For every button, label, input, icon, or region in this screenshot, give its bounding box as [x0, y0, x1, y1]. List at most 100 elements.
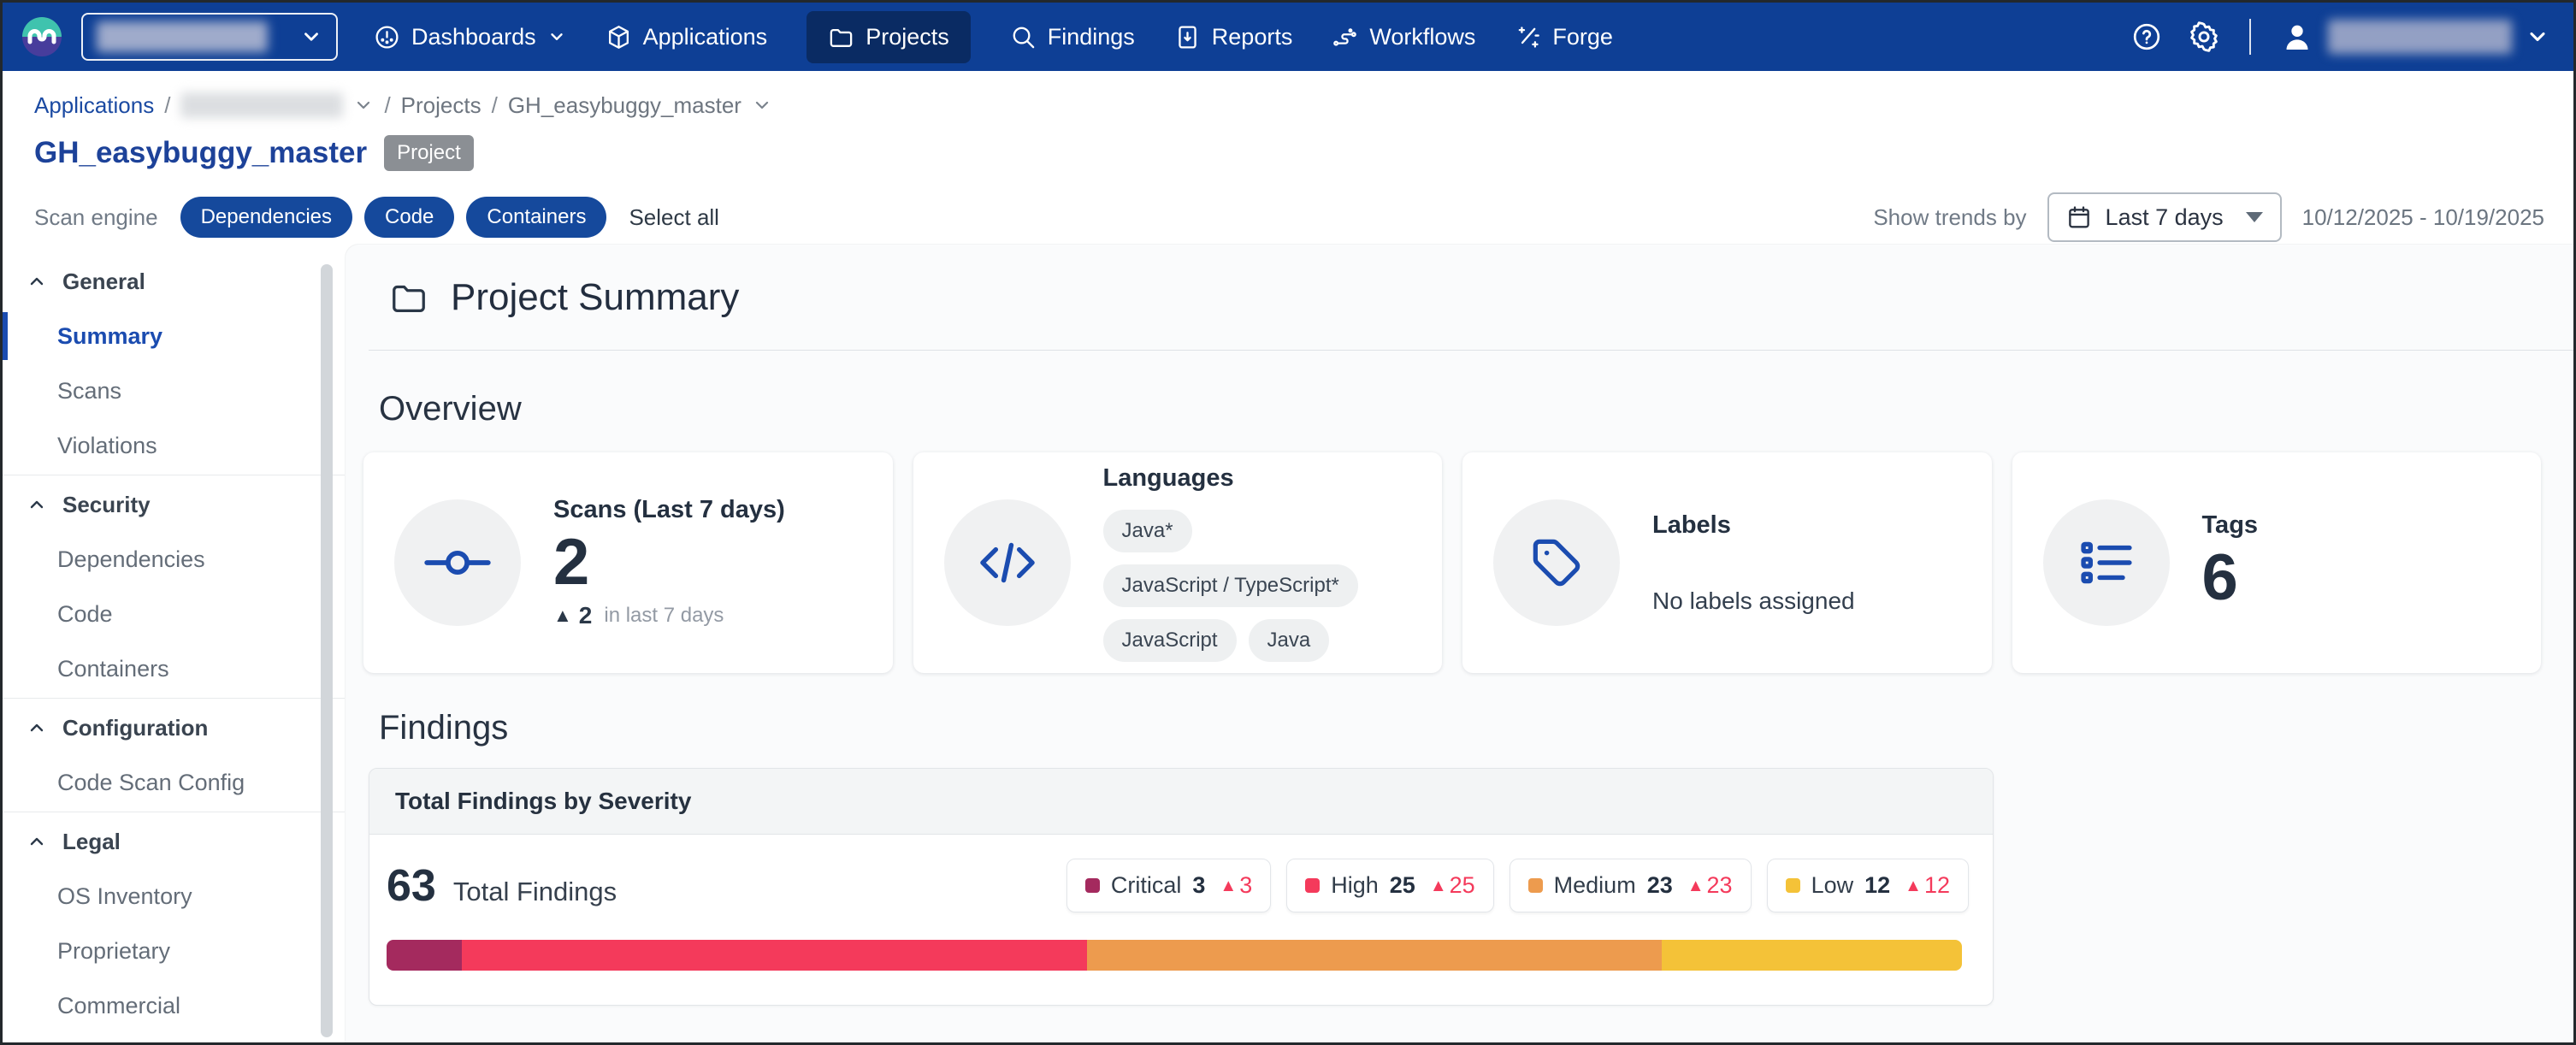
code-icon	[944, 499, 1071, 626]
sidebar-divider	[3, 698, 345, 699]
sidebar-section-general[interactable]: General	[3, 254, 345, 309]
user-menu[interactable]	[2280, 20, 2549, 54]
sidebar-item-violations[interactable]: Violations	[3, 418, 345, 473]
gauge-icon	[374, 24, 400, 50]
nav-label: Workflows	[1369, 24, 1475, 50]
engine-pill-containers[interactable]: Containers	[466, 197, 606, 238]
breadcrumb-current-project[interactable]: GH_easybuggy_master	[508, 92, 741, 119]
language-chips: Java* JavaScript / TypeScript* JavaScrip…	[1103, 510, 1419, 662]
scans-card-title: Scans (Last 7 days)	[553, 496, 785, 524]
chevron-up-icon	[27, 271, 47, 292]
workflow-icon	[1332, 24, 1358, 50]
report-document-icon	[1174, 24, 1201, 50]
mend-logo	[21, 16, 62, 57]
sidebar-item-summary[interactable]: Summary	[3, 309, 345, 363]
nav-label: Projects	[866, 24, 949, 50]
nav-item-reports[interactable]: Reports	[1174, 24, 1293, 50]
labels-empty-text: No labels assigned	[1652, 587, 1855, 615]
severity-name: Low	[1811, 872, 1854, 899]
triangle-up-icon: ▲	[1687, 877, 1705, 894]
nav-item-findings[interactable]: Findings	[1010, 24, 1135, 50]
severity-stacked-bar	[387, 940, 1962, 971]
chevron-down-icon	[2526, 25, 2549, 49]
section-divider	[369, 350, 2573, 351]
sidebar-item-os-inventory[interactable]: OS Inventory	[3, 869, 345, 924]
severity-chip-critical[interactable]: Critical 3 ▲ 3	[1066, 859, 1271, 912]
scans-card: Scans (Last 7 days) 2 ▲ 2 in last 7 days	[363, 452, 893, 673]
tag-icon	[1493, 499, 1620, 626]
severity-count: 12	[1864, 872, 1890, 899]
nav-label: Applications	[643, 24, 768, 50]
app-window: Dashboards Applications	[0, 0, 2576, 1045]
sidebar-item-commercial[interactable]: Commercial	[3, 978, 345, 1033]
overview-heading: Overview	[379, 390, 2573, 428]
help-icon[interactable]	[2131, 21, 2162, 52]
total-findings-label: Total Findings	[453, 877, 617, 907]
overview-cards: Scans (Last 7 days) 2 ▲ 2 in last 7 days	[363, 452, 2541, 673]
gear-icon[interactable]	[2188, 21, 2220, 53]
redacted-org-name	[97, 21, 268, 52]
nav-item-forge[interactable]: Forge	[1515, 24, 1613, 50]
trends-range-value: Last 7 days	[2106, 204, 2224, 231]
severity-delta: ▲ 25	[1430, 872, 1475, 899]
severity-chip-high[interactable]: High 25 ▲ 25	[1286, 859, 1493, 912]
sidebar-item-proprietary[interactable]: Proprietary	[3, 924, 345, 978]
show-trends-label: Show trends by	[1873, 204, 2026, 231]
severity-delta: ▲ 12	[1905, 872, 1950, 899]
language-chip: Java	[1249, 619, 1330, 662]
sidebar-item-scans[interactable]: Scans	[3, 363, 345, 418]
severity-delta: ▲ 3	[1220, 872, 1252, 899]
medium-color-swatch	[1528, 878, 1543, 893]
severity-bar-segment-medium	[1087, 940, 1662, 971]
trends-range-select[interactable]: Last 7 days	[2047, 192, 2282, 242]
nav-label: Forge	[1552, 24, 1613, 50]
severity-chip-low[interactable]: Low 12 ▲ 12	[1767, 859, 1969, 912]
engine-pill-code[interactable]: Code	[364, 197, 454, 238]
language-chip: JavaScript	[1103, 619, 1237, 662]
breadcrumb-projects[interactable]: Projects	[401, 92, 482, 119]
sidebar-item-dependencies[interactable]: Dependencies	[3, 532, 345, 587]
severity-summary-chips: Critical 3 ▲ 3 High 25	[1066, 859, 1969, 912]
severity-delta: ▲ 23	[1687, 872, 1733, 899]
sidebar-item-code[interactable]: Code	[3, 587, 345, 641]
title-row: GH_easybuggy_master Project	[34, 131, 2548, 175]
breadcrumb-separator: /	[164, 92, 170, 119]
sidebar-section-configuration[interactable]: Configuration	[3, 700, 345, 755]
select-all-link[interactable]: Select all	[629, 204, 719, 231]
language-chip: JavaScript / TypeScript*	[1103, 564, 1358, 607]
nav-item-dashboards[interactable]: Dashboards	[374, 24, 566, 50]
cube-icon	[606, 24, 632, 50]
sidebar-scrollbar[interactable]	[321, 264, 333, 1037]
nav-item-workflows[interactable]: Workflows	[1332, 24, 1475, 50]
sidebar-item-code-scan-config[interactable]: Code Scan Config	[3, 755, 345, 810]
severity-count: 25	[1390, 872, 1415, 899]
nav-divider	[2249, 19, 2251, 55]
triangle-up-icon: ▲	[553, 606, 572, 625]
page-title: GH_easybuggy_master	[34, 136, 367, 170]
languages-card-title: Languages	[1103, 464, 1419, 493]
severity-chip-medium[interactable]: Medium 23 ▲ 23	[1510, 859, 1752, 912]
severity-name: Critical	[1111, 872, 1182, 899]
breadcrumb-applications-link[interactable]: Applications	[34, 92, 154, 119]
chevron-down-icon[interactable]	[752, 95, 772, 115]
org-selector[interactable]	[81, 13, 338, 61]
nav-item-projects[interactable]: Projects	[806, 11, 971, 63]
folder-icon	[828, 24, 854, 50]
nav-item-applications[interactable]: Applications	[606, 24, 768, 50]
project-summary-header: Project Summary	[389, 276, 2573, 319]
search-icon	[1010, 24, 1037, 50]
severity-name: High	[1331, 872, 1379, 899]
content-area: General Summary Scans Violations Securit…	[3, 244, 2573, 1042]
sidebar-section-security[interactable]: Security	[3, 477, 345, 532]
chevron-down-icon[interactable]	[353, 95, 374, 115]
top-nav: Dashboards Applications	[3, 3, 2573, 71]
commit-icon	[394, 499, 521, 626]
engine-pill-dependencies[interactable]: Dependencies	[180, 197, 352, 238]
total-findings: 63 Total Findings	[387, 860, 617, 912]
sidebar-item-containers[interactable]: Containers	[3, 641, 345, 696]
breadcrumb: Applications / / Projects / GH_easybuggy…	[34, 88, 2548, 122]
severity-count: 23	[1647, 872, 1673, 899]
chevron-down-icon	[547, 27, 566, 46]
scan-engine-label: Scan engine	[34, 204, 158, 231]
sidebar-section-legal[interactable]: Legal	[3, 814, 345, 869]
